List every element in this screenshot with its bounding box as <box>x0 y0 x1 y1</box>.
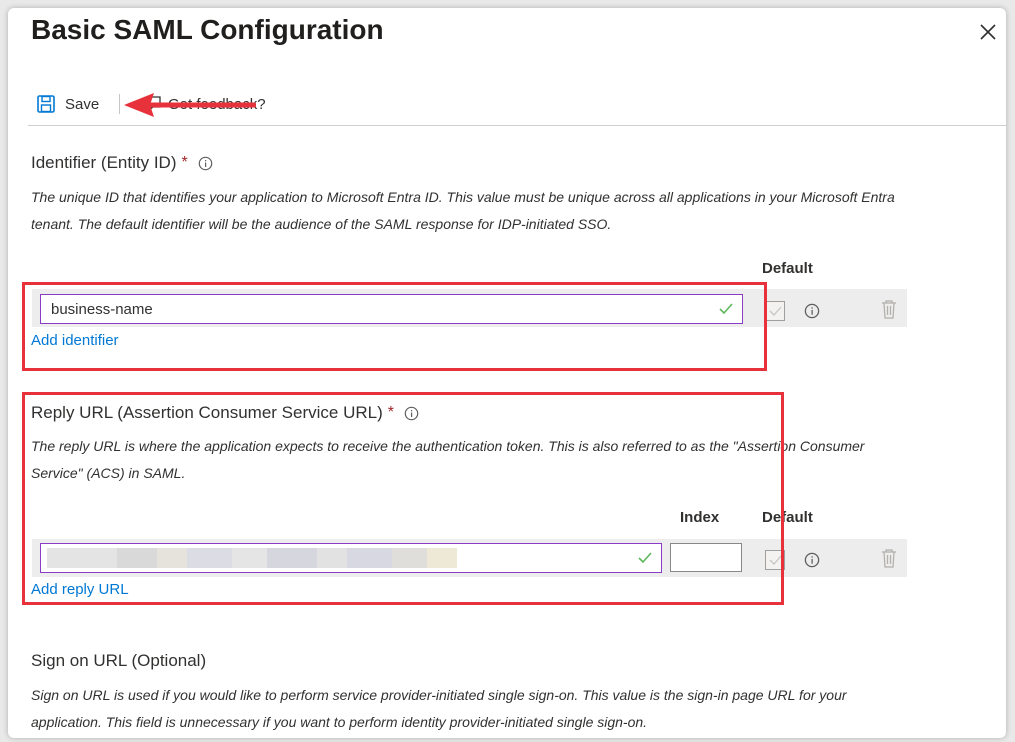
annotation-highlight-box <box>22 392 784 605</box>
save-button[interactable]: Save <box>36 91 99 117</box>
save-label: Save <box>65 95 100 113</box>
identifier-default-checkbox[interactable] <box>765 301 785 321</box>
required-mark: * <box>181 154 188 171</box>
toolbar-divider <box>28 125 1006 126</box>
close-icon <box>980 24 996 40</box>
identifier-section-label: Identifier (Entity ID) * <box>31 153 213 173</box>
close-button[interactable] <box>976 20 1000 44</box>
saml-config-panel: Basic SAML Configuration Save Got feedba… <box>8 8 1006 738</box>
save-icon <box>37 95 55 113</box>
delete-icon[interactable] <box>880 547 898 569</box>
info-icon[interactable] <box>804 552 820 568</box>
identifier-description: The unique ID that identifies your appli… <box>31 189 895 232</box>
annotation-highlight-box <box>22 282 767 371</box>
delete-icon[interactable] <box>880 298 898 320</box>
identifier-label: Identifier (Entity ID) <box>31 153 177 172</box>
identifier-default-header: Default <box>762 260 813 277</box>
info-icon[interactable] <box>198 156 213 171</box>
sign-on-url-section-label: Sign on URL (Optional) <box>31 651 206 671</box>
annotation-arrow <box>124 93 256 117</box>
checkmark-icon <box>769 306 782 316</box>
sign-on-url-description: Sign on URL is used if you would like to… <box>31 687 847 730</box>
sign-on-url-label: Sign on URL (Optional) <box>31 651 207 670</box>
info-icon[interactable] <box>804 303 820 319</box>
page-title: Basic SAML Configuration <box>31 14 384 45</box>
